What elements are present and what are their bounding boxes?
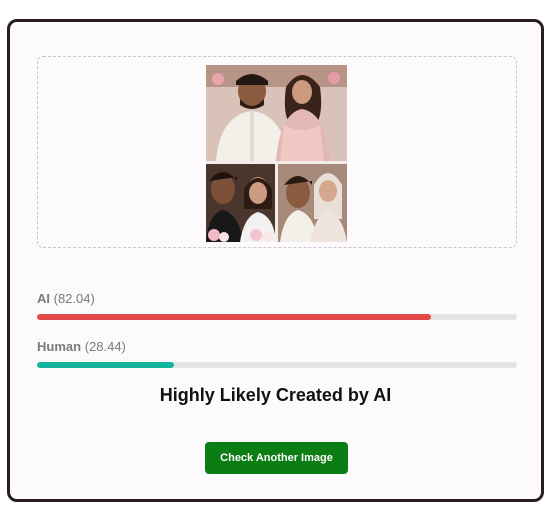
human-score-label: Human (28.44): [37, 339, 126, 354]
verdict-text: Highly Likely Created by AI: [159, 385, 392, 405]
human-score-value: (28.44): [84, 339, 126, 354]
ai-score-bar-fill: [37, 314, 431, 320]
uploaded-image-preview: [206, 65, 347, 242]
check-another-image-button[interactable]: Check Another Image: [205, 442, 348, 474]
ai-score-label: AI (82.04): [37, 291, 95, 306]
human-score-bar: [37, 362, 517, 368]
ai-score-value: (82.04): [53, 291, 95, 306]
ai-score-bar: [37, 314, 517, 320]
ai-label-text: AI: [37, 291, 50, 306]
result-card: AI (82.04) Human (28.44) Highly Likely C…: [7, 19, 544, 502]
human-score-bar-fill: [37, 362, 174, 368]
human-label-text: Human: [37, 339, 82, 354]
image-drop-zone[interactable]: [37, 56, 517, 248]
